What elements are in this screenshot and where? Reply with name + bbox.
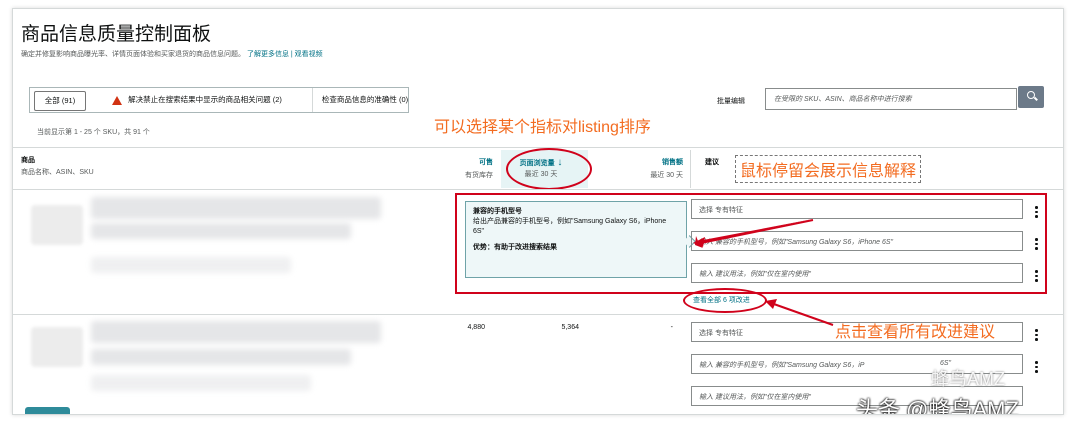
arrow-line-view-all: [770, 302, 834, 326]
annotation-arrows: [693, 219, 834, 326]
dashboard-card: 商品信息质量控制面板 确定并修复影响商品曝光率、详情页面体验和买家退货的商品信息…: [12, 8, 1064, 415]
arrow-line-tooltip: [700, 219, 814, 244]
watermark-logo: 蜂鸟AMZ: [931, 369, 1005, 389]
watermark: 头条 @蜂鸟AMZ: [856, 397, 1019, 415]
